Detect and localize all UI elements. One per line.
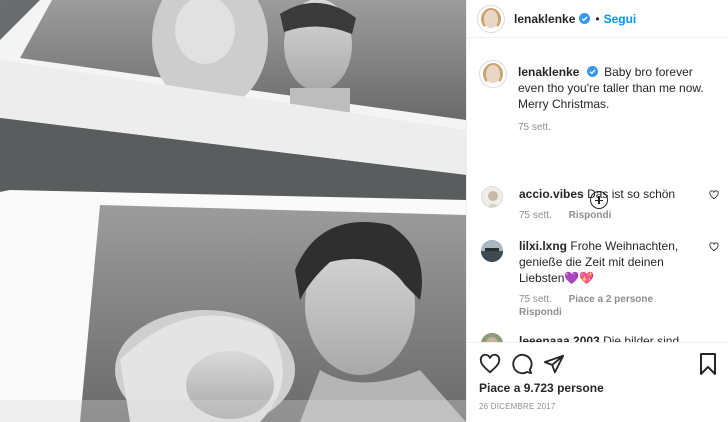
heart-icon[interactable] [479,353,501,375]
commenter-avatar[interactable] [481,186,503,208]
comments-scroll-area[interactable]: lenaklenke Baby bro forever even tho you… [467,50,728,342]
verified-icon [579,13,591,24]
comment-item: lilxi.lxng Frohe Weihnachten, genieße di… [467,238,728,319]
caption-time[interactable]: 75 sett. [518,122,719,133]
verified-icon [586,66,598,77]
reply-button[interactable]: Rispondi [569,210,612,221]
action-icons [479,353,575,375]
comment-text: Die bilder sind [603,334,680,342]
bookmark-icon[interactable] [699,353,717,375]
like-comment-heart-icon[interactable] [709,190,719,200]
likes-count[interactable]: Piace a 9.723 persone [479,381,604,395]
share-icon[interactable] [543,353,565,375]
comment-time[interactable]: 75 sett. [519,210,552,221]
post-header: lenaklenke • Segui [467,0,728,38]
commenter-avatar[interactable] [481,333,503,342]
commenter-username[interactable]: accio.vibes [519,187,584,201]
caption-username[interactable]: lenaklenke [518,65,579,79]
reply-button[interactable]: Rispondi [519,307,562,318]
post-photo[interactable] [0,0,466,422]
comment-text: Das ist so schön [587,187,676,201]
post-sidebar: lenaklenke • Segui lenaklenke Baby bro f… [466,0,728,422]
separator-dot: • [595,11,600,26]
caption-author-avatar[interactable] [479,60,507,88]
photo-illustration [0,0,466,422]
comment-time[interactable]: 75 sett. [519,294,552,305]
comment-likes[interactable]: Piace a 2 persone [569,294,654,305]
author-username[interactable]: lenaklenke [514,12,575,26]
comment-item: leeenaaa.2003 Die bilder sind [467,333,728,342]
comment-icon[interactable] [511,353,533,375]
post-date[interactable]: 26 DICEMBRE 2017 [479,402,556,411]
commenter-avatar[interactable] [481,240,503,262]
post-actions: Piace a 9.723 persone 26 DICEMBRE 2017 [467,342,728,422]
caption-text-block: lenaklenke Baby bro forever even tho you… [518,50,719,112]
commenter-username[interactable]: lilxi.lxng [519,239,567,253]
comment-item: accio.vibes Das ist so schön 75 sett. Ri… [467,186,728,222]
commenter-username[interactable]: leeenaaa.2003 [519,334,600,342]
post-caption: lenaklenke Baby bro forever even tho you… [467,50,728,133]
like-comment-heart-icon[interactable] [709,242,719,252]
follow-button[interactable]: Segui [604,12,637,26]
author-avatar[interactable] [477,4,505,33]
